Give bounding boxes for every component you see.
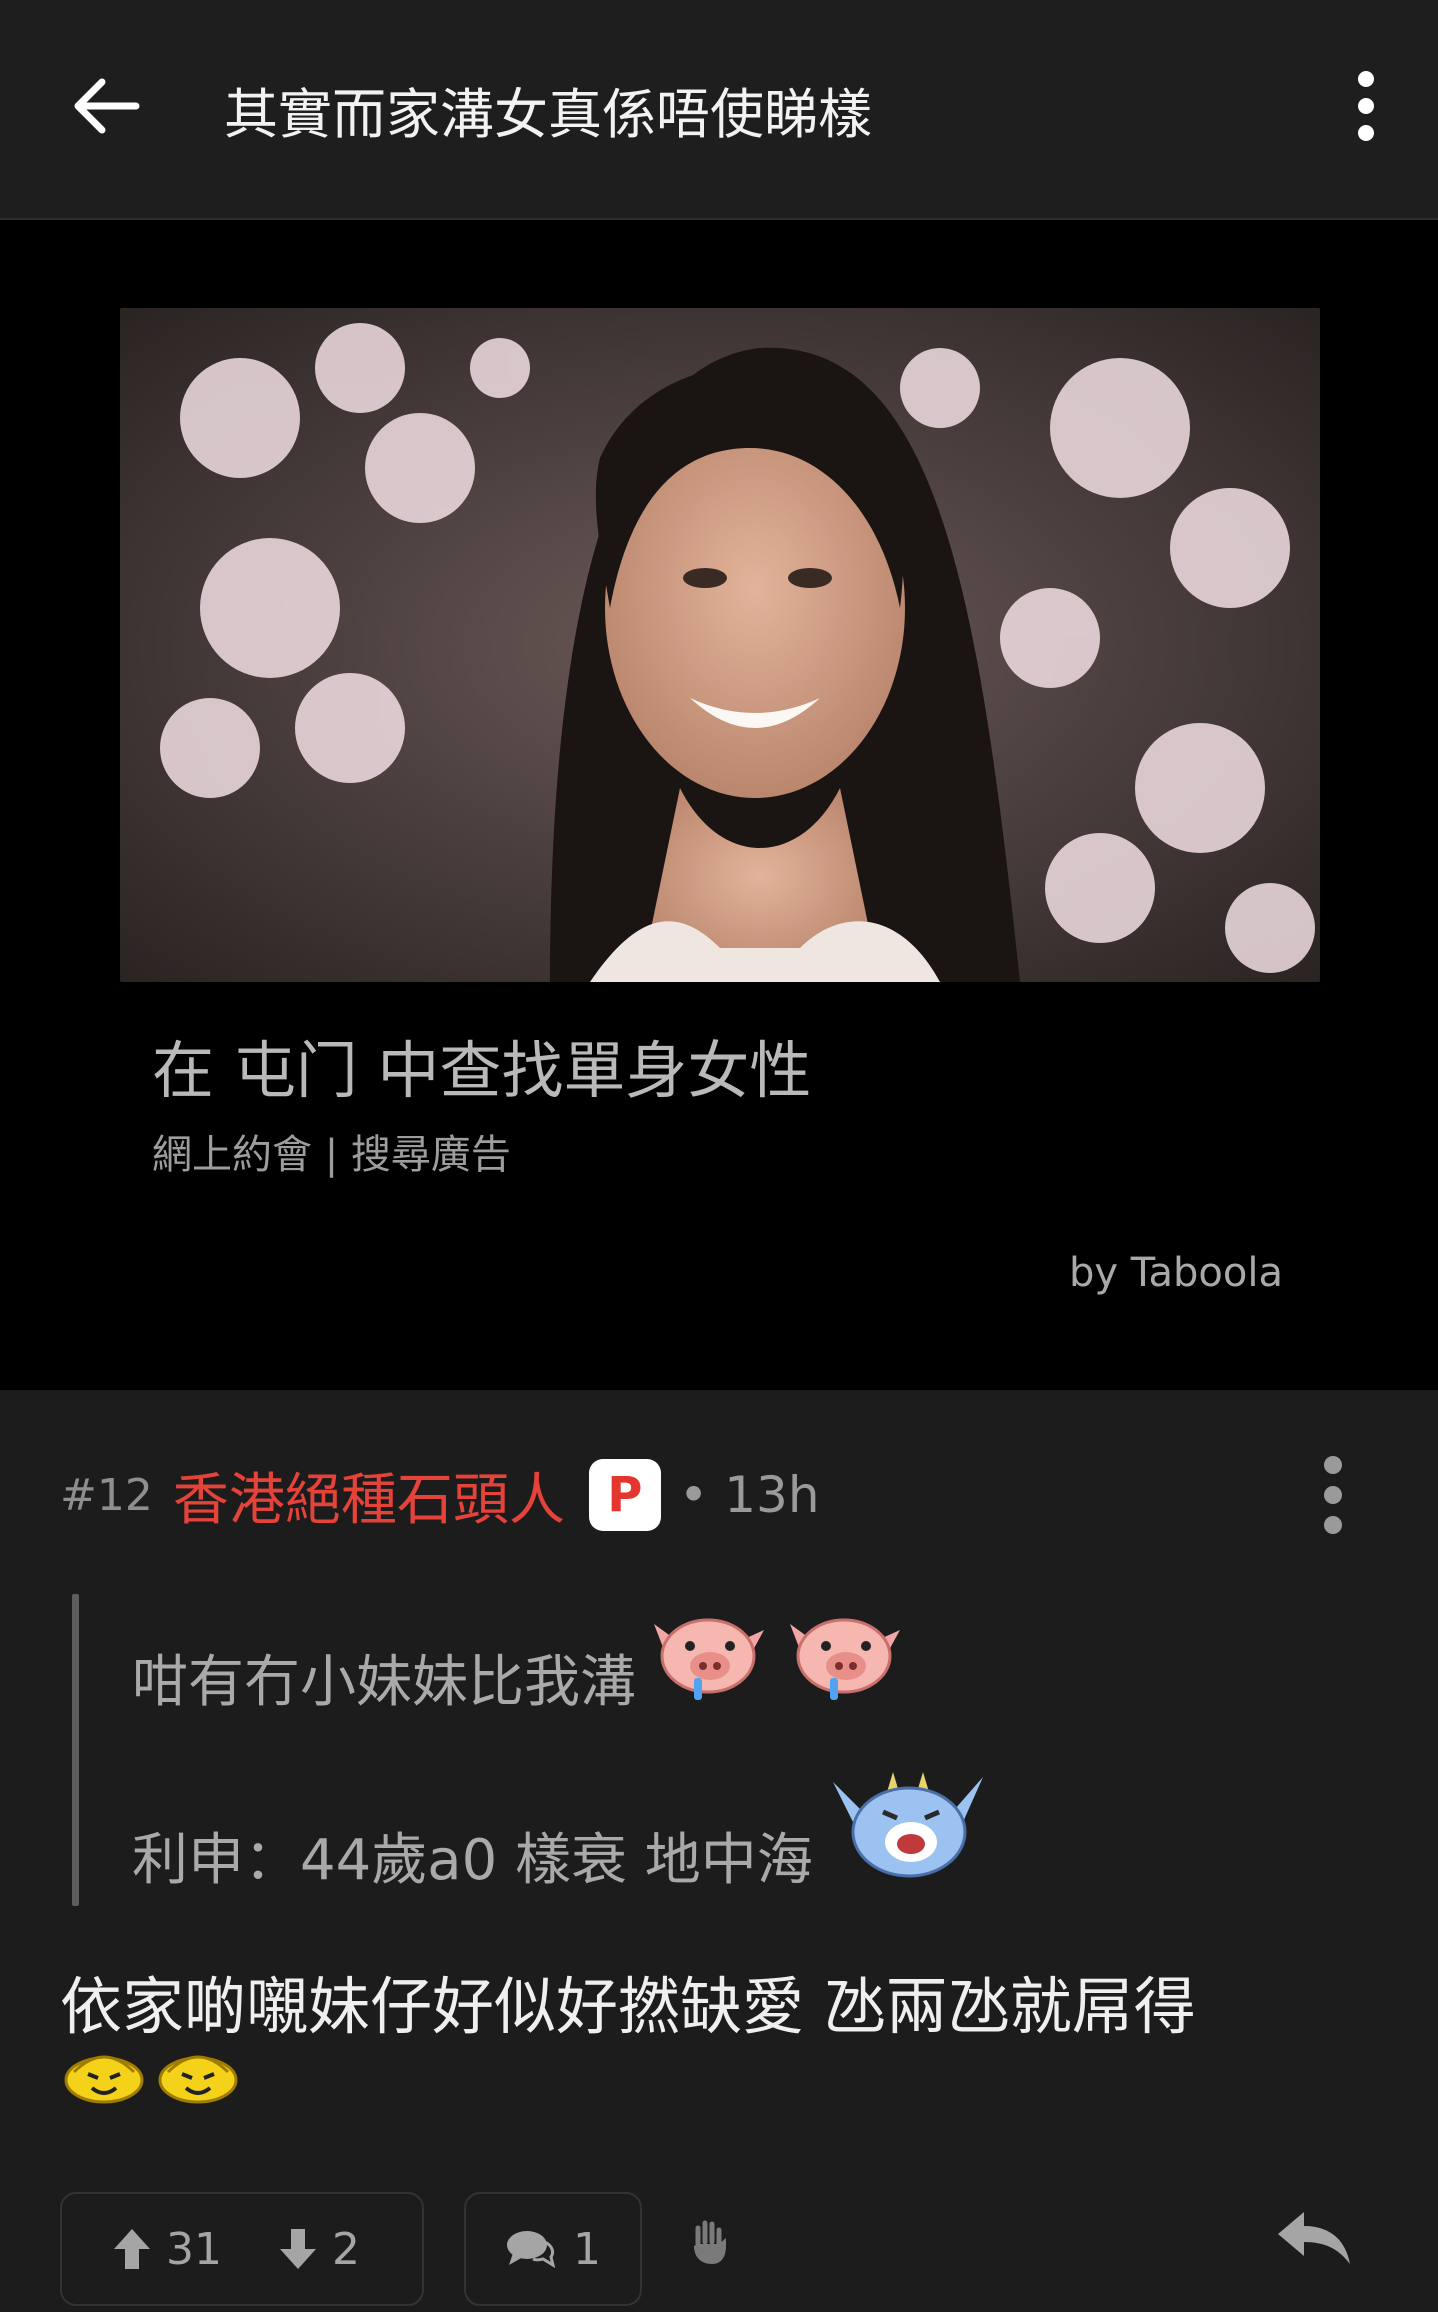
post-actions: 31 2 1 <box>60 2192 1380 2312</box>
quote-text: 咁有冇小妹妹比我溝 <box>132 1650 636 1715</box>
blue-monster-emoji <box>823 1762 993 1896</box>
reply-button[interactable] <box>1274 2208 1354 2278</box>
vote-group: 31 2 <box>60 2192 424 2306</box>
comment-button[interactable]: 1 <box>464 2192 642 2306</box>
sponsored-ad[interactable]: 在 屯门 中查找單身女性 網上約會 | 搜尋廣告 by Taboola <box>0 220 1438 1390</box>
post-username[interactable]: 香港絕種石頭人 <box>173 1455 565 1536</box>
ad-subtitle: 網上約會 | 搜尋廣告 <box>152 1132 511 1178</box>
downvote-button[interactable]: 2 <box>278 2224 360 2275</box>
more-vertical-icon <box>1358 71 1374 141</box>
poster-badge: P <box>588 1459 661 1531</box>
pig-drool-emoji <box>782 1610 908 1718</box>
post-emojis <box>64 2046 238 2110</box>
comment-icon <box>507 2231 555 2268</box>
ad-title[interactable]: 在 屯门 中查找單身女性 <box>152 1020 811 1110</box>
yellow-face-emoji <box>158 2046 238 2110</box>
upvote-arrow-icon <box>114 2229 150 2269</box>
quote-line: 利申：44歲a0 樣衰 地中海 <box>132 1762 993 1896</box>
post-body: 依家啲嚫妹仔好似好撚缺愛 氹兩氹就屌得 <box>60 1970 1196 2043</box>
pig-drool-emoji <box>646 1610 772 1718</box>
upvote-count: 31 <box>166 2223 222 2275</box>
app-bar: 其實而家溝女真係唔使睇樣 <box>0 0 1438 220</box>
quote-line: 咁有冇小妹妹比我溝 <box>132 1610 908 1718</box>
quote-bar <box>72 1594 79 1906</box>
back-button[interactable] <box>70 66 180 146</box>
post-time: • 13h <box>678 1466 820 1524</box>
ad-attribution[interactable]: by Taboola <box>1069 1250 1283 1296</box>
more-vertical-icon <box>1324 1456 1342 1534</box>
ad-image[interactable] <box>120 308 1320 982</box>
yellow-face-emoji <box>64 2046 144 2110</box>
back-arrow-icon <box>74 78 140 134</box>
thread-title: 其實而家溝女真係唔使睇樣 <box>224 83 872 146</box>
quote-text: 利申：44歲a0 樣衰 地中海 <box>132 1828 813 1893</box>
comment-count: 1 <box>573 2223 601 2275</box>
downvote-arrow-icon <box>280 2229 316 2269</box>
post-menu-button[interactable] <box>1308 1450 1358 1540</box>
thread-menu-button[interactable] <box>1334 66 1398 146</box>
upvote-button[interactable]: 31 <box>112 2224 222 2275</box>
raised-hand-icon <box>694 2220 726 2264</box>
post-number: #12 <box>60 1469 153 1521</box>
downvote-count: 2 <box>332 2223 360 2275</box>
hand-button[interactable] <box>688 2218 748 2278</box>
reply-icon <box>1278 2212 1350 2264</box>
ad-photo-illustration <box>120 308 1320 982</box>
post-header: #12 香港絕種石頭人 P • 13h <box>60 1455 820 1535</box>
